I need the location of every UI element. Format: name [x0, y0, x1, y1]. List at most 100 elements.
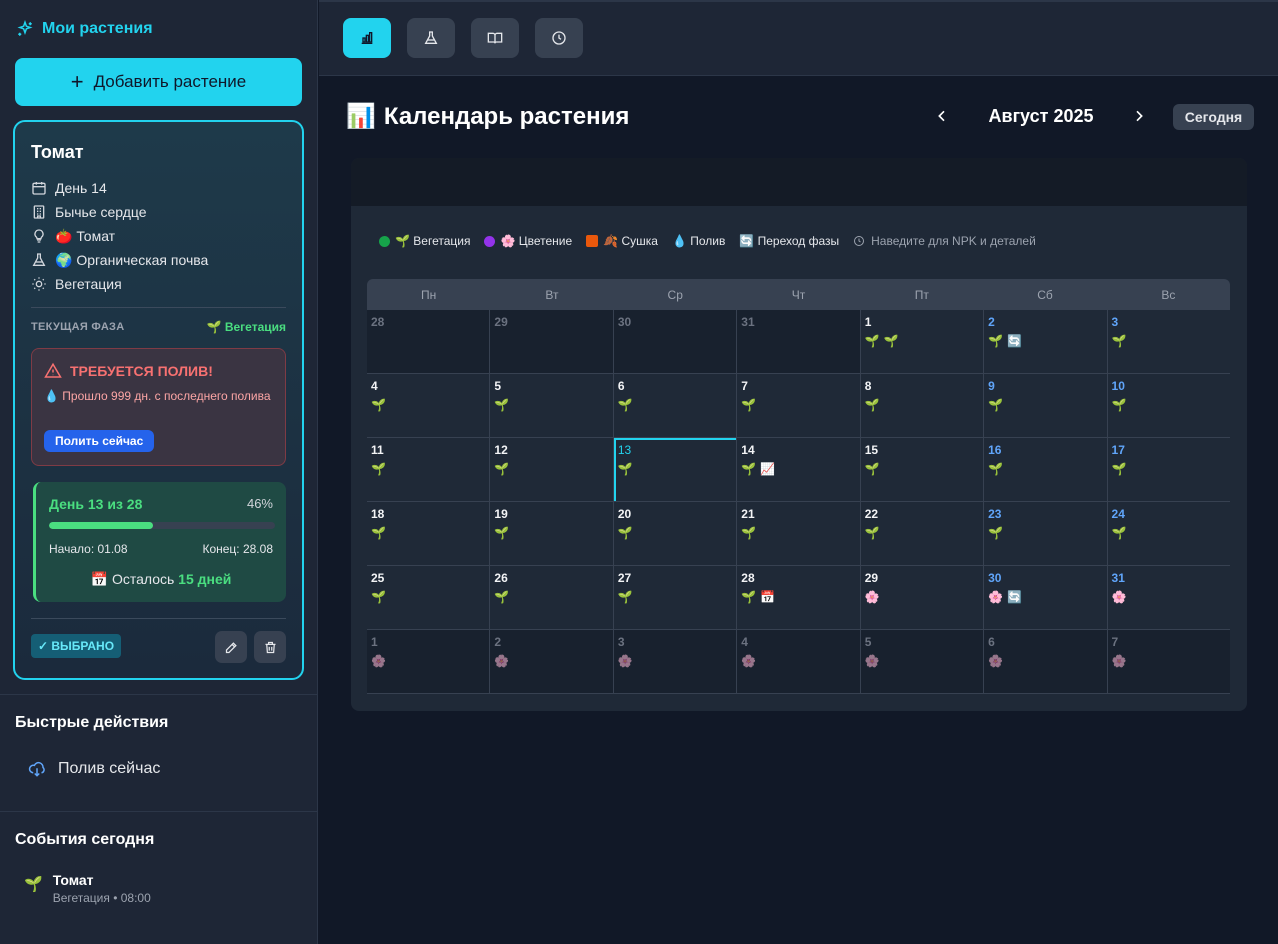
delete-button[interactable]	[254, 631, 286, 663]
calendar-day[interactable]: 12 🌱	[490, 438, 614, 502]
calendar-day[interactable]: 3 🌸	[613, 630, 738, 694]
chevron-left-icon	[938, 110, 945, 122]
legend-hint: Наведите для NPK и деталей	[853, 234, 1036, 248]
day-number: 28	[371, 315, 385, 329]
brand[interactable]: Мои растения	[16, 20, 153, 38]
day-number: 6	[988, 635, 995, 649]
calendar-day[interactable]: 18 🌱	[367, 502, 491, 566]
calendar-day[interactable]: 9 🌱	[984, 374, 1108, 438]
calendar-day[interactable]: 1 🌱🌱	[860, 310, 985, 374]
calendar-panel: 🌱 Вегетация 🌸 Цветение 🍂 Сушка 💧 Полив 🔄…	[351, 158, 1247, 711]
calendar-day[interactable]: 31	[737, 310, 861, 374]
calendar-day[interactable]: 16 🌱	[984, 438, 1108, 502]
calendar-day[interactable]: 27 🌱	[613, 566, 738, 630]
calendar-day[interactable]: 5 🌸	[860, 630, 985, 694]
remaining-prefix: Осталось	[111, 571, 175, 587]
day-number: 12	[494, 443, 508, 457]
day-event-icons: 🌱	[371, 462, 390, 476]
calendar-day[interactable]: 25 🌱	[367, 566, 491, 630]
calendar-day[interactable]: 28 🌱📅	[737, 566, 861, 630]
legend-swatch	[379, 235, 390, 247]
progress-day: День 13 из 28	[49, 496, 143, 512]
day-event-icons: 🌸🔄	[988, 590, 1026, 604]
calendar-day[interactable]: 29	[490, 310, 614, 374]
calendar-day[interactable]: 24 🌱	[1107, 502, 1230, 566]
calendar-day[interactable]: 7 🌸	[1107, 630, 1230, 694]
divider	[31, 618, 286, 619]
calendar-day[interactable]: 3 🌱	[1107, 310, 1230, 374]
event-subtitle: Вегетация • 08:00	[52, 891, 151, 905]
tab-history[interactable]	[535, 18, 583, 58]
calendar-day[interactable]: 20 🌱	[613, 502, 738, 566]
calendar-day[interactable]: 2 🌱🔄	[984, 310, 1108, 374]
day-number: 9	[988, 379, 995, 393]
prev-month-button[interactable]	[930, 104, 954, 128]
calendar-day[interactable]: 23 🌱	[984, 502, 1108, 566]
next-month-button[interactable]	[1127, 104, 1151, 128]
calendar-day[interactable]: 28	[367, 310, 491, 374]
calendar-day[interactable]: 2 🌸	[490, 630, 614, 694]
edit-button[interactable]	[215, 631, 247, 663]
event-item[interactable]: 🌱 Томат Вегетация • 08:00	[24, 872, 151, 905]
day-event-icons: 🌱	[988, 462, 1008, 476]
weekday-header: Пн Вт Ср Чт Пт Сб Вс	[367, 279, 1230, 310]
weekday-label: Пт	[914, 287, 929, 302]
day-event-icons: 🌱📅	[741, 590, 780, 604]
selected-badge: ✓ ВЫБРАНО	[31, 634, 122, 658]
weekday-label: Вс	[1161, 287, 1176, 302]
calendar-day[interactable]: 29 🌸	[860, 566, 985, 630]
calendar-day[interactable]: 5 🌱	[490, 374, 614, 438]
day-event-icons: 🌱	[741, 398, 761, 412]
calendar-day[interactable]: 10 🌱	[1107, 374, 1230, 438]
section-divider	[0, 811, 318, 812]
calendar-day[interactable]: 11 🌱	[367, 438, 491, 502]
calendar-day[interactable]: 19 🌱	[490, 502, 614, 566]
quick-water-now[interactable]: Полив сейчас	[28, 760, 160, 778]
calendar-day[interactable]: 21 🌱	[737, 502, 861, 566]
calendar-day[interactable]: 22 🌱	[860, 502, 985, 566]
day-number: 14	[741, 443, 755, 457]
day-number: 13	[617, 443, 632, 457]
day-event-icons: 🌸	[864, 654, 884, 668]
calendar-day[interactable]: 15 🌱	[860, 438, 985, 502]
calendar-day[interactable]: 4 🌱	[367, 374, 491, 438]
day-event-icons: 🌸	[1111, 590, 1131, 604]
quick-actions-title: Быстрые действия	[15, 714, 169, 731]
day-event-icons: 🌱	[988, 398, 1008, 412]
add-plant-button[interactable]: + Добавить растение	[15, 58, 302, 106]
water-now-button[interactable]: Полить сейчас	[44, 430, 155, 452]
tab-lab[interactable]	[407, 18, 455, 58]
calendar-day[interactable]: 7 🌱	[737, 374, 861, 438]
calendar-day[interactable]: 1 🌸	[367, 630, 491, 694]
week-row: 25 🌱 26 🌱 27 🌱 28 🌱📅 29 🌸 30 🌸🔄 31 🌸	[367, 566, 1230, 630]
day-number: 28	[741, 571, 755, 585]
calendar-day[interactable]: 4 🌸	[737, 630, 861, 694]
tab-journal[interactable]	[471, 18, 519, 58]
info-text: День 14	[55, 180, 107, 196]
calendar-day[interactable]: 17 🌱	[1107, 438, 1230, 502]
day-number: 5	[864, 635, 872, 649]
calendar-day[interactable]: 14 🌱📈	[737, 438, 861, 502]
calendar-day[interactable]: 26 🌱	[490, 566, 614, 630]
info-text: Бычье сердце	[55, 204, 147, 220]
calendar-day[interactable]: 6 🌱	[613, 374, 738, 438]
day-number: 1	[864, 315, 872, 329]
legend-hint-text: Наведите для NPK и деталей	[871, 234, 1036, 248]
calendar-day-today[interactable]: 13 🌱	[613, 438, 738, 502]
day-number: 19	[494, 507, 508, 521]
plant-card[interactable]: Томат День 14 Бычье сердце 🍅 Томат 🌍 Орг…	[13, 120, 304, 680]
phase-progress-card: День 13 из 28 46% Начало: 01.08 Конец: 2…	[33, 482, 286, 602]
day-number: 24	[1111, 507, 1125, 521]
day-event-icons: 🌱	[494, 398, 514, 412]
day-number: 10	[1111, 379, 1125, 393]
clock-icon	[854, 236, 865, 246]
calendar-day[interactable]: 6 🌸	[984, 630, 1108, 694]
calendar-day[interactable]: 31 🌸	[1107, 566, 1230, 630]
tab-calendar[interactable]	[343, 18, 391, 58]
calendar-day[interactable]: 8 🌱	[860, 374, 985, 438]
calendar-day[interactable]: 30	[613, 310, 738, 374]
today-button[interactable]: Сегодня	[1173, 104, 1254, 130]
info-row-phase: Вегетация	[31, 272, 208, 296]
weekday-label: Ср	[667, 287, 683, 302]
calendar-day[interactable]: 30 🌸🔄	[984, 566, 1108, 630]
